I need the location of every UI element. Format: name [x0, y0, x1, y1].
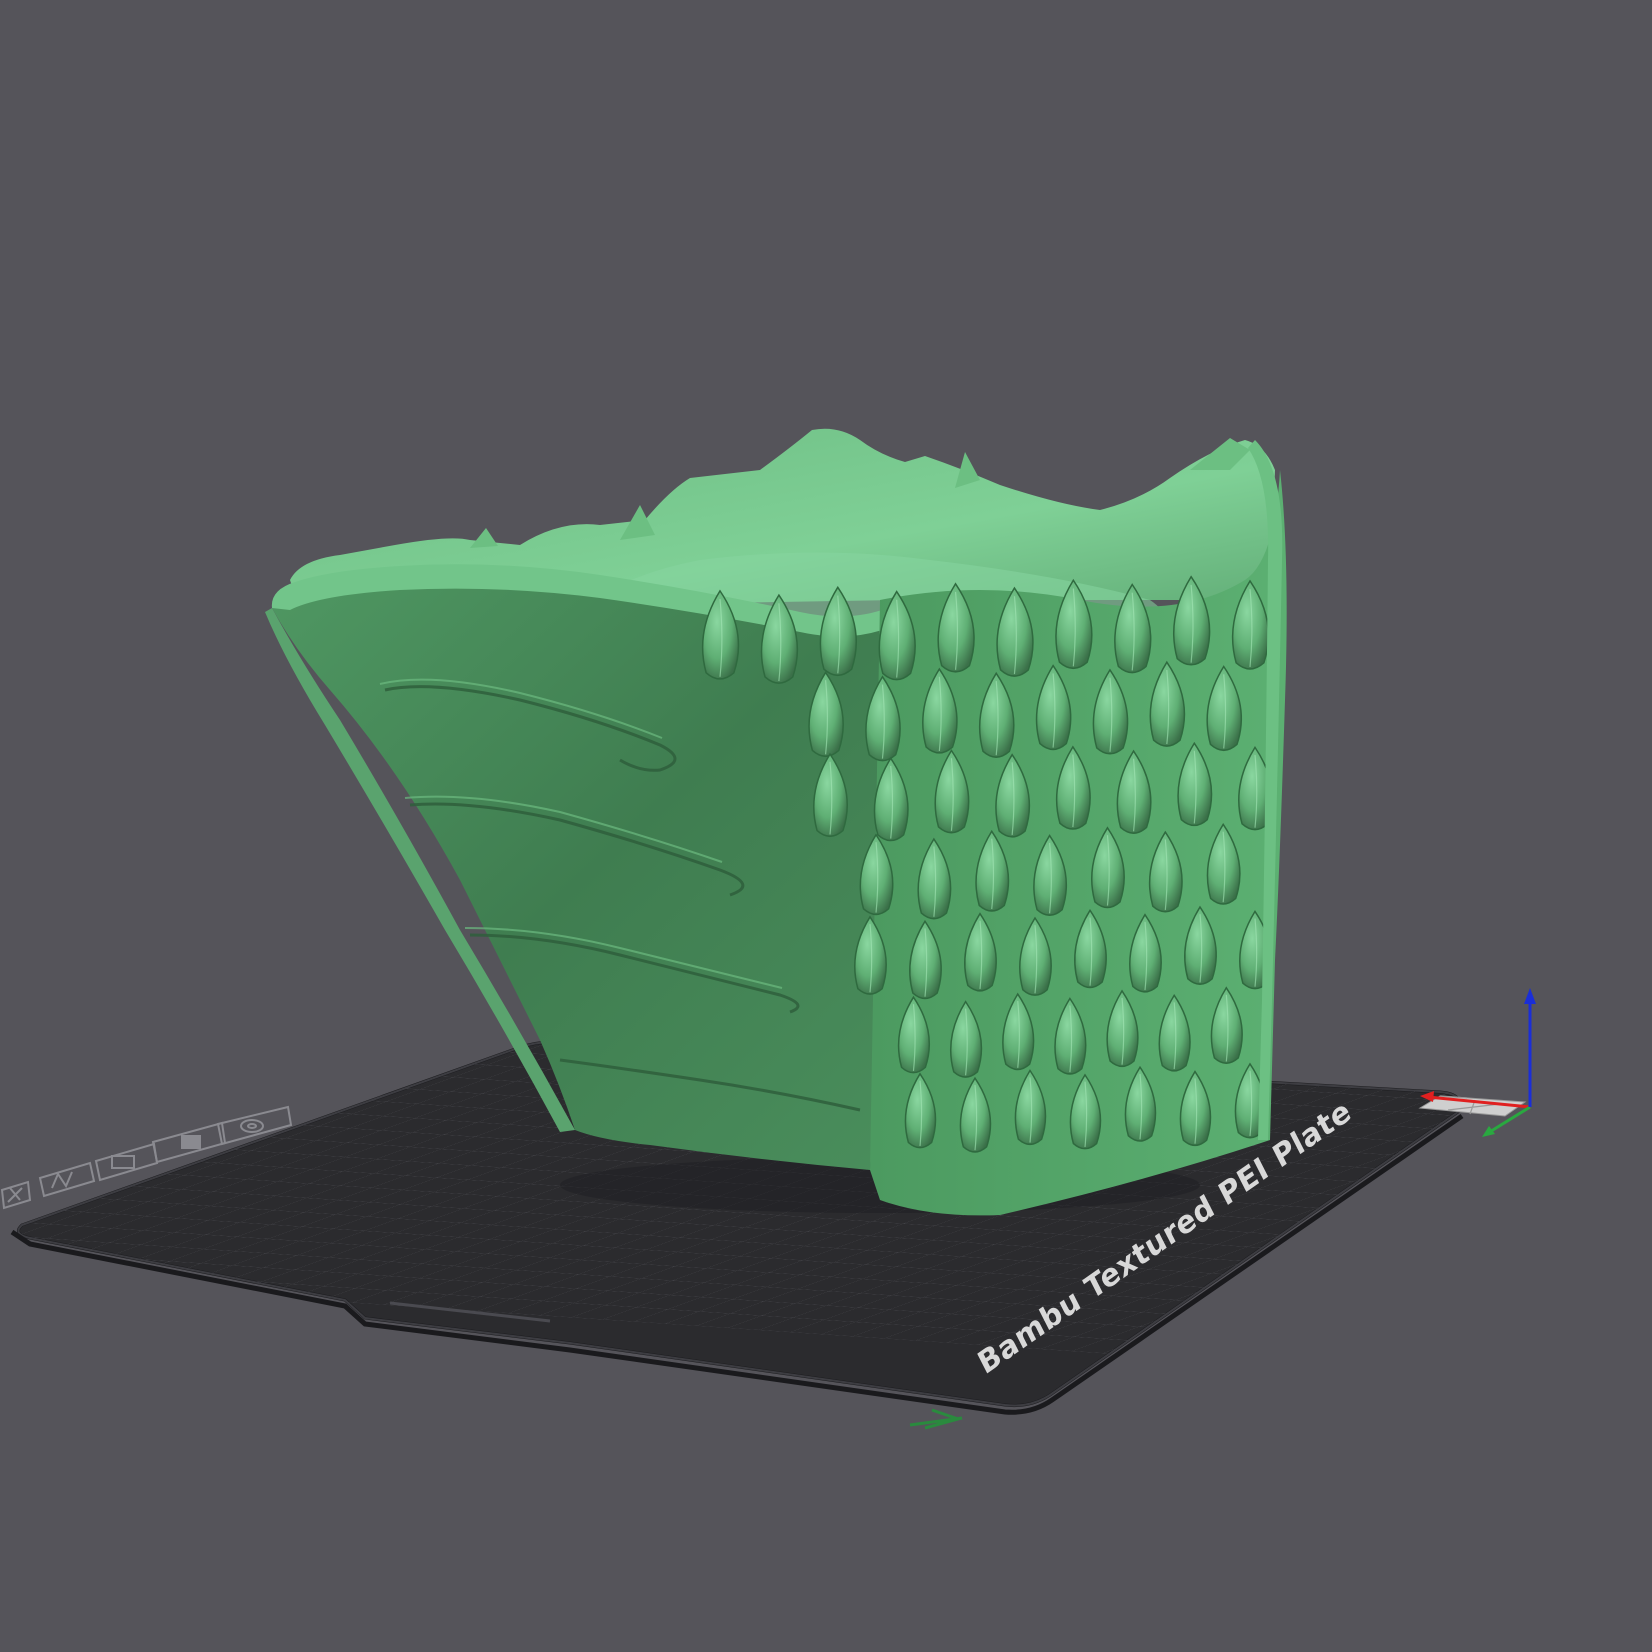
- auto-arrange-icon[interactable]: [38, 1161, 96, 1198]
- y-direction-marker: [909, 1408, 964, 1430]
- 3d-viewport[interactable]: Bambu Textured PEI Plate: [0, 0, 1652, 1652]
- axis-y-arrow: [1482, 1126, 1495, 1137]
- model-left-face: [272, 578, 900, 1170]
- lock-icon[interactable]: [94, 1142, 159, 1182]
- close-icon[interactable]: [0, 1180, 32, 1210]
- axis-z-arrow: [1524, 988, 1536, 1004]
